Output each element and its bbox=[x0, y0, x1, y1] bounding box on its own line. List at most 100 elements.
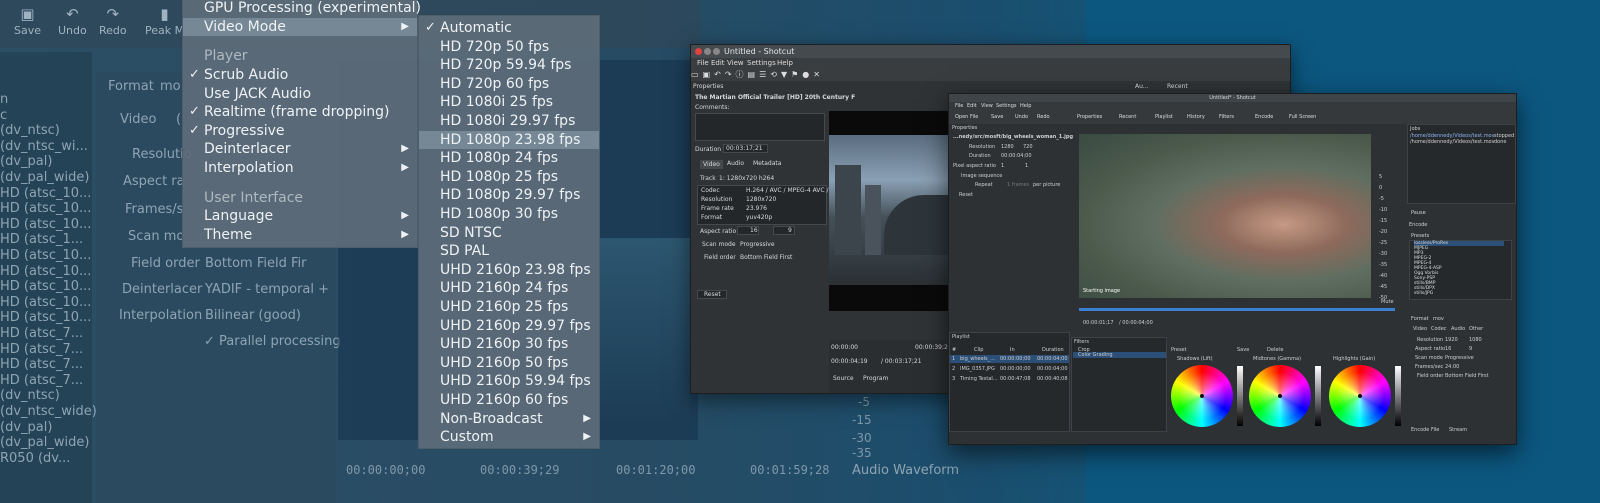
redo-button[interactable]: Redo bbox=[1037, 110, 1050, 124]
shadows-slider[interactable] bbox=[1237, 366, 1243, 426]
menu-edit[interactable]: Edit bbox=[711, 58, 725, 69]
history-icon[interactable]: ⟲ bbox=[770, 70, 777, 79]
close-icon[interactable]: ✕ bbox=[813, 70, 820, 79]
menu-item[interactable]: Use JACK Audio bbox=[183, 85, 417, 103]
reset-button[interactable]: Reset bbox=[697, 290, 727, 299]
parallel-processing-checkbox[interactable]: ✓ Parallel processing bbox=[204, 334, 341, 349]
aspect-width-field[interactable]: 16 bbox=[737, 226, 759, 235]
aspect-height-field[interactable]: 9 bbox=[773, 226, 795, 235]
playlist-icon[interactable]: ☰ bbox=[759, 70, 766, 79]
open-icon[interactable]: ▭ bbox=[691, 70, 699, 79]
preset-list-item[interactable]: (dv_ntsc_wide) bbox=[0, 404, 97, 419]
field-order-select[interactable]: Bottom Field First bbox=[740, 254, 792, 261]
menu-item[interactable]: UHD 2160p 30 fps bbox=[419, 335, 599, 353]
menu-view[interactable]: View bbox=[981, 102, 993, 110]
field-order-value[interactable]: Bottom Field Fir bbox=[205, 256, 306, 271]
peak-meter-button[interactable]: ▮ Peak M bbox=[145, 6, 184, 37]
redo-icon[interactable]: ↷ bbox=[725, 70, 732, 79]
menu-item[interactable]: GPU Processing (experimental) bbox=[183, 0, 421, 17]
preset-list-item[interactable]: HD (atsc_10... bbox=[0, 279, 91, 294]
scan-select[interactable]: Progressive bbox=[740, 241, 775, 248]
recent-icon[interactable]: ▤ bbox=[748, 70, 756, 79]
enc-aspect-h[interactable]: 9 bbox=[1469, 346, 1472, 352]
table-row[interactable]: 1 big_wheels_... 00:00:00;00 00:00:04;00 bbox=[950, 355, 1069, 363]
recent-tab[interactable]: Recent bbox=[1167, 83, 1188, 90]
preset-list-item[interactable]: HD (atsc_10... bbox=[0, 217, 91, 232]
reset-button[interactable]: Reset bbox=[959, 192, 973, 198]
undo-button[interactable]: ↶ Undo bbox=[58, 6, 87, 37]
track-select[interactable]: 1: 1280x720 h264 bbox=[719, 175, 774, 182]
full-screen-button[interactable]: Full Screen bbox=[1289, 110, 1316, 124]
preset-list-item[interactable]: R050 (dv... bbox=[0, 451, 70, 466]
filter-item-selected[interactable]: Color Grading bbox=[1073, 352, 1166, 358]
close-icon[interactable] bbox=[695, 48, 702, 55]
encode-tab-codec[interactable]: Codec bbox=[1431, 326, 1447, 332]
menu-item[interactable]: Custom ▶ bbox=[419, 428, 599, 446]
encode-tab-video[interactable]: Video bbox=[1413, 326, 1427, 332]
enc-scan-select[interactable]: Progressive bbox=[1445, 355, 1474, 361]
info-icon[interactable]: ⓘ bbox=[736, 70, 744, 79]
save-button[interactable]: ▣ Save bbox=[14, 6, 41, 37]
menu-item[interactable]: UHD 2160p 25 fps bbox=[419, 298, 599, 316]
delete-preset-button[interactable]: Delete bbox=[1267, 347, 1283, 353]
stream-button[interactable]: Stream bbox=[1449, 427, 1467, 433]
encode-tab-audio[interactable]: Audio bbox=[1451, 326, 1465, 332]
encode-icon[interactable]: ● bbox=[802, 70, 809, 79]
tab-program[interactable]: Program bbox=[863, 375, 888, 382]
interpolation-value[interactable]: Bilinear (good) bbox=[205, 308, 301, 323]
job-path[interactable]: /home/ddennedy/Videos/test.mov bbox=[1410, 139, 1495, 145]
menu-item[interactable]: SD PAL bbox=[419, 242, 599, 260]
res-width[interactable]: 1280 bbox=[1001, 144, 1014, 150]
highlights-color-wheel[interactable] bbox=[1329, 365, 1391, 427]
menu-item[interactable]: HD 720p 60 fps bbox=[419, 75, 599, 93]
undo-button[interactable]: Undo bbox=[1015, 110, 1028, 124]
menu-item[interactable]: HD 1080i 25 fps bbox=[419, 93, 599, 111]
highlights-slider[interactable] bbox=[1395, 366, 1401, 426]
open-file-button[interactable]: Open File bbox=[955, 110, 978, 124]
encode-format-select[interactable]: mov bbox=[1433, 316, 1444, 322]
menu-item[interactable]: UHD 2160p 50 fps bbox=[419, 354, 599, 372]
tab-video[interactable]: Video bbox=[700, 160, 723, 169]
save-icon[interactable]: ▣ bbox=[703, 70, 711, 79]
pixel-aspect-w[interactable]: 1 bbox=[1001, 163, 1004, 169]
table-row[interactable]: 3 Timing Testal... 00:00:47;08 00:00:40;… bbox=[950, 375, 1069, 383]
menu-view[interactable]: View bbox=[727, 58, 744, 69]
menu-item[interactable]: Interpolation ▶ bbox=[183, 159, 417, 177]
menu-item[interactable]: UHD 2160p 59.94 fps bbox=[419, 372, 599, 390]
filters-icon[interactable]: ▼ bbox=[781, 70, 787, 79]
format-value[interactable]: mo bbox=[160, 79, 181, 94]
preset-list-item[interactable]: HD (atsc_10... bbox=[0, 310, 91, 325]
menu-edit[interactable]: Edit bbox=[967, 102, 977, 110]
preset-list-item[interactable]: (dv_ntsc_wi... bbox=[0, 139, 88, 154]
menu-item[interactable]: ✓ Realtime (frame dropping) bbox=[183, 103, 417, 121]
menu-item[interactable]: HD 720p 59.94 fps bbox=[419, 56, 599, 74]
menu-item[interactable]: Deinterlacer ▶ bbox=[183, 140, 417, 158]
shadows-color-wheel[interactable] bbox=[1171, 365, 1233, 427]
list-item[interactable]: stills/JPG bbox=[1414, 291, 1433, 296]
preset-list-item[interactable]: (dv_pal_wide) bbox=[0, 170, 89, 185]
preset-list-item[interactable]: (dv_pal) bbox=[0, 420, 52, 435]
enc-res-h[interactable]: 1080 bbox=[1469, 337, 1482, 343]
minimize-icon[interactable] bbox=[704, 48, 711, 55]
preset-list-item[interactable]: HD (atsc_10... bbox=[0, 264, 91, 279]
menu-item[interactable]: HD 1080p 29.97 fps bbox=[419, 186, 599, 204]
duration-field[interactable]: 00:03:17;21 bbox=[723, 144, 768, 153]
midtones-slider[interactable] bbox=[1315, 366, 1321, 426]
tab-metadata[interactable]: Metadata bbox=[753, 160, 781, 167]
menu-item[interactable]: HD 1080p 25 fps bbox=[419, 168, 599, 186]
menu-item[interactable]: Non-Broadcast ▶ bbox=[419, 410, 599, 428]
filters-button[interactable]: Filters bbox=[1219, 110, 1234, 124]
enc-field-select[interactable]: Bottom Field First bbox=[1445, 373, 1489, 379]
tab-source[interactable]: Source bbox=[833, 375, 854, 382]
tab-second[interactable]: ( bbox=[176, 112, 181, 127]
flag-icon[interactable]: ⚑ bbox=[791, 70, 798, 79]
maximize-icon[interactable] bbox=[713, 48, 720, 55]
player-scrubber[interactable] bbox=[1079, 308, 1395, 311]
res-height[interactable]: 720 bbox=[1023, 144, 1033, 150]
menu-item[interactable]: ✓ Automatic bbox=[419, 19, 599, 37]
encode-button[interactable]: Encode bbox=[1255, 110, 1273, 124]
preset-list-item[interactable]: HD (atsc_10... bbox=[0, 186, 91, 201]
menu-item[interactable]: HD 1080p 30 fps bbox=[419, 205, 599, 223]
history-button[interactable]: History bbox=[1187, 110, 1205, 124]
menu-item[interactable]: HD 1080i 29.97 fps bbox=[419, 112, 599, 130]
